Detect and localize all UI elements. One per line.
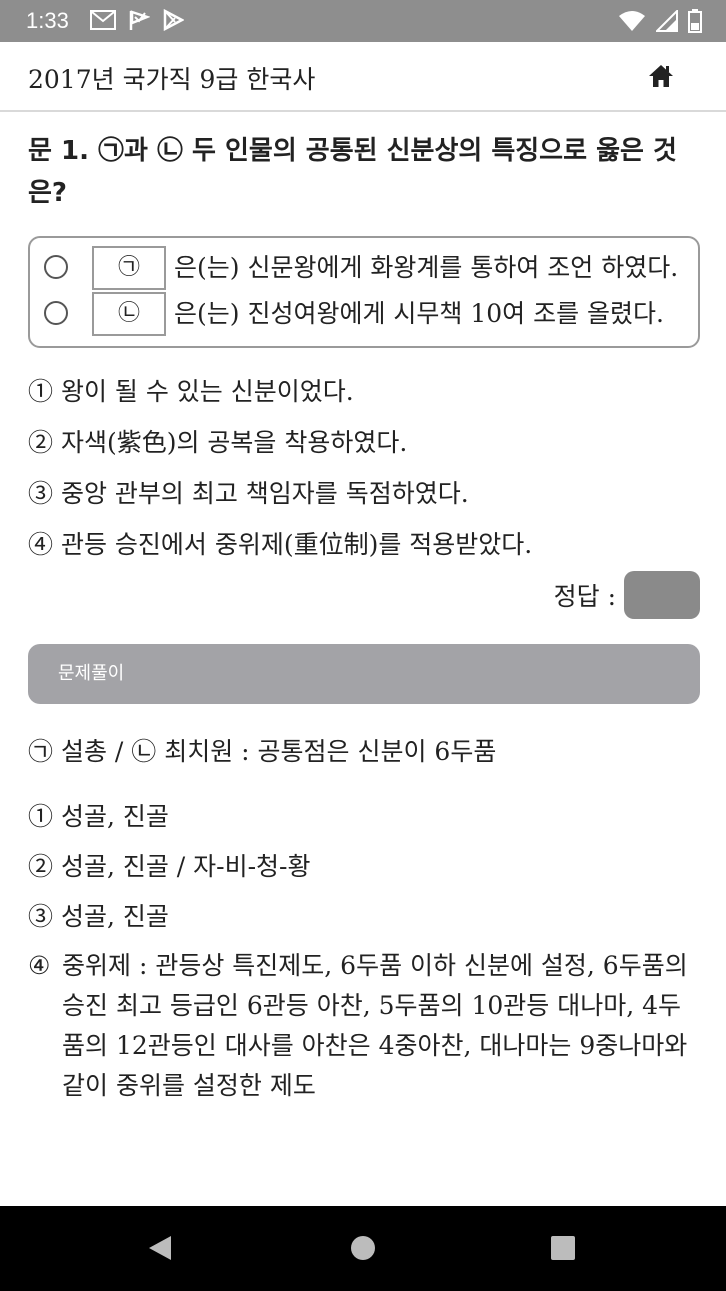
explanation-toggle[interactable]: 문제풀이 <box>28 644 700 704</box>
explanation-summary: ㉠ 설총 / ㉡ 최치원 : 공통점은 신분이 6두품 <box>28 737 497 766</box>
explanation-item-text: 중위제 : 관등상 특진제도, 6두품 이하 신분에 설정, 6두품의 승진 최… <box>62 951 688 1100</box>
flag-icon <box>129 10 150 30</box>
signal-icon <box>656 10 678 32</box>
notification-icons <box>90 9 184 31</box>
system-nav-bar <box>0 1206 726 1291</box>
app-bar: 2017년 국가직 9급 한국사 <box>0 42 726 112</box>
radio-circle-icon <box>44 301 68 325</box>
option-3[interactable]: ③ 중앙 관부의 최고 책임자를 독점하였다. <box>28 468 700 519</box>
answer-options: ① 왕이 될 수 있는 신분이었다. ② 자색(紫色)의 공복을 착용하였다. … <box>28 366 700 570</box>
back-icon[interactable] <box>147 1234 173 1262</box>
wifi-icon <box>619 11 645 31</box>
blank-label-box: ㉡ <box>92 291 166 336</box>
passage-line: ㉡ 은(는) 진성여왕에게 시무책 10여 조를 올렸다. <box>44 291 684 336</box>
system-icons <box>618 9 702 33</box>
page-title: 2017년 국가직 9급 한국사 <box>28 65 316 94</box>
gmail-icon <box>90 10 116 30</box>
home-icon[interactable] <box>648 64 674 88</box>
explanation-item: ③ 성골, 진골 <box>28 902 169 931</box>
explanation-list: ① 성골, 진골 ② 성골, 진골 / 자-비-청-황 ③ 성골, 진골 ④ 중… <box>28 792 700 1106</box>
main-content: 문 1. ㉠과 ㉡ 두 인물의 공통된 신분상의 특징으로 옳은 것은? ㉠ 은(… <box>28 130 700 1106</box>
option-2[interactable]: ② 자색(紫色)의 공복을 착용하였다. <box>28 417 700 468</box>
status-bar: 1:33 <box>0 0 726 42</box>
passage-text: 은(는) 진성여왕에게 시무책 10여 조를 올렸다. <box>174 299 665 328</box>
explanation-item: ② 성골, 진골 / 자-비-청-황 <box>28 852 311 881</box>
blank-label-box: ㉠ <box>92 245 166 290</box>
home-circle-icon[interactable] <box>351 1236 375 1260</box>
passage-line: ㉠ 은(는) 신문왕에게 화왕계를 통하여 조언 하였다. <box>44 245 684 290</box>
radio-circle-icon <box>44 255 68 279</box>
question-title: 문 1. ㉠과 ㉡ 두 인물의 공통된 신분상의 특징으로 옳은 것은? <box>28 136 677 208</box>
reveal-answer-button[interactable] <box>624 571 700 619</box>
status-time: 1:33 <box>26 8 69 33</box>
play-store-icon <box>163 9 184 31</box>
question-passage-box: ㉠ 은(는) 신문왕에게 화왕계를 통하여 조언 하였다. ㉡ 은(는) 진성여왕에… <box>28 236 700 348</box>
passage-text: 은(는) 신문왕에게 화왕계를 통하여 조언 하였다. <box>174 253 679 282</box>
explanation-item-number: ④ <box>28 951 51 980</box>
explanation-item: ① 성골, 진골 <box>28 802 169 831</box>
answer-row: 정답 : <box>28 570 700 620</box>
answer-label: 정답 : <box>553 582 616 611</box>
option-4[interactable]: ④ 관등 승진에서 중위제(重位制)를 적용받았다. <box>28 519 700 570</box>
battery-icon <box>688 9 702 33</box>
recents-icon[interactable] <box>551 1236 575 1260</box>
explanation-item: ④ 중위제 : 관등상 특진제도, 6두품 이하 신분에 설정, 6두품의 승진… <box>28 946 700 1106</box>
option-1[interactable]: ① 왕이 될 수 있는 신분이었다. <box>28 366 700 417</box>
